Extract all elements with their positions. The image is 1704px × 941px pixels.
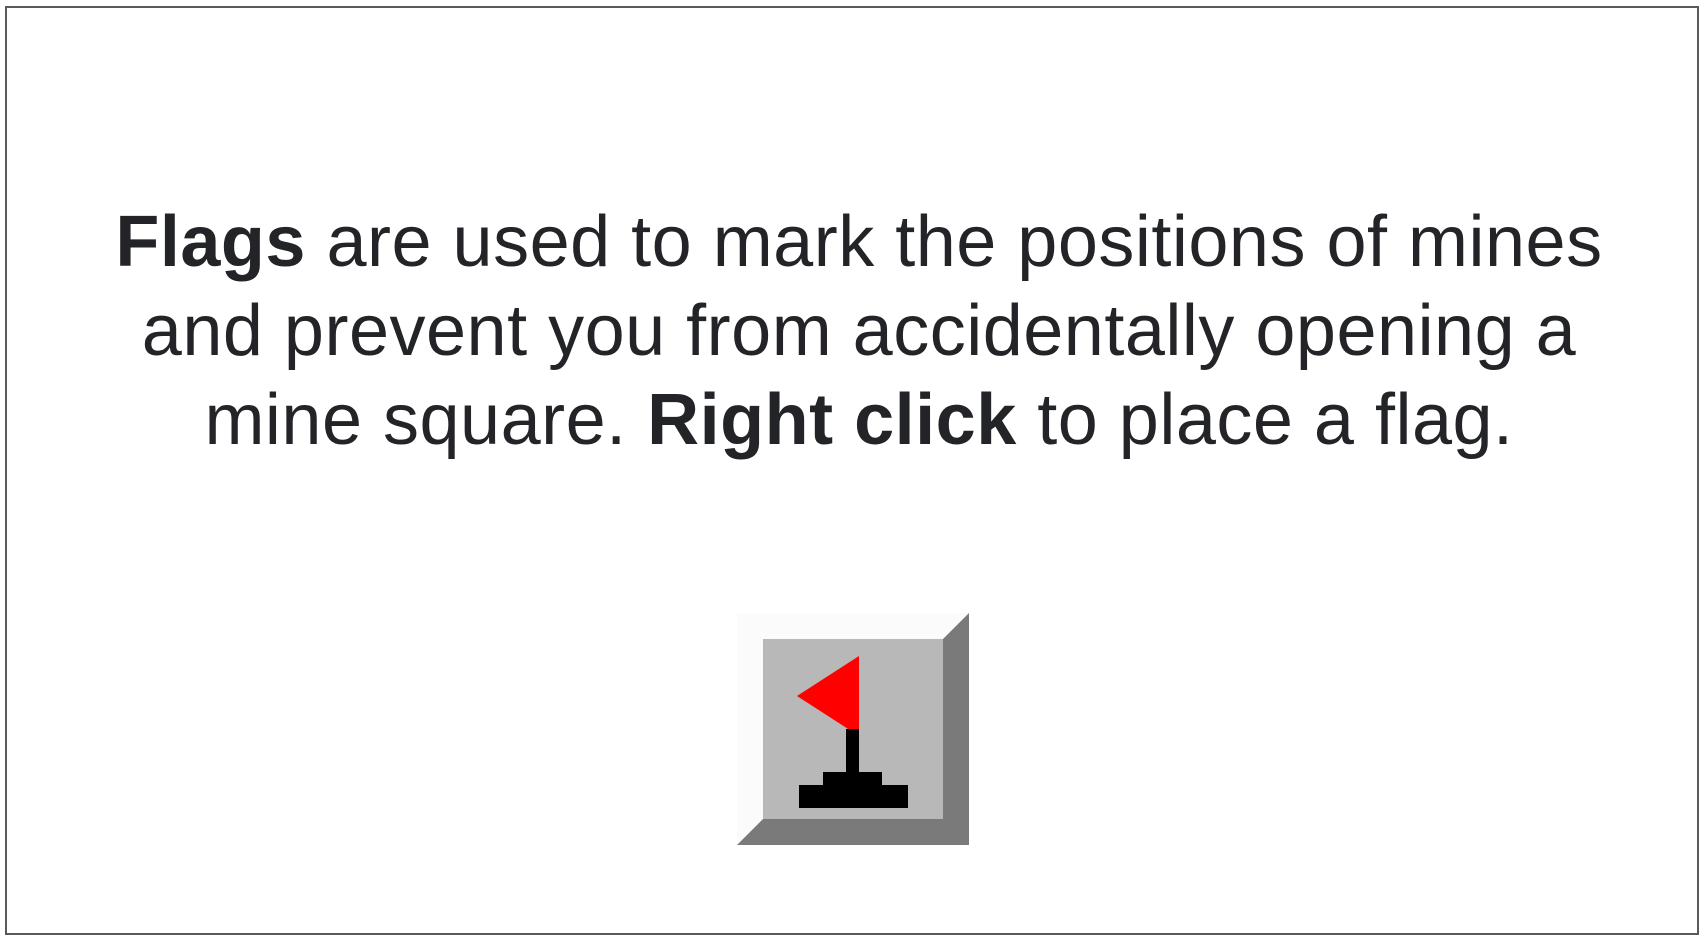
flag-base-top <box>823 772 882 785</box>
right-click-term: Right click <box>647 380 1017 460</box>
flagged-tile-example <box>737 613 969 845</box>
flag-base-bottom <box>799 785 908 808</box>
flag-pole <box>846 729 859 772</box>
instruction-text-part2: to place a flag. <box>1016 380 1514 460</box>
flagged-tile <box>737 613 969 845</box>
flags-term: Flags <box>115 202 306 282</box>
flags-instruction-text: Flags are used to mark the positions of … <box>107 198 1611 465</box>
